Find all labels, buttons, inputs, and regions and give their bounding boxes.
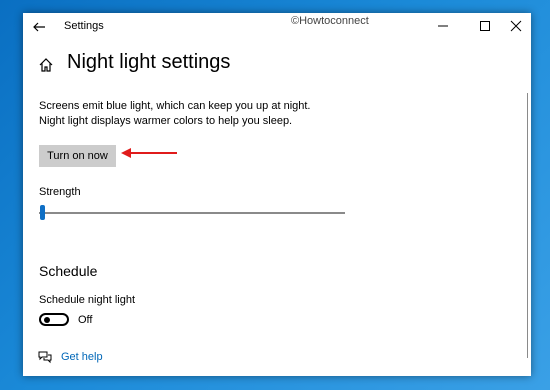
chat-help-icon[interactable] [38, 350, 52, 364]
strength-slider-thumb[interactable] [40, 205, 45, 220]
back-arrow-icon[interactable] [31, 19, 47, 35]
page-title: Night light settings [67, 51, 231, 73]
window-title: Settings [64, 20, 104, 32]
schedule-heading: Schedule [39, 263, 98, 279]
minimize-icon[interactable] [433, 17, 453, 35]
turn-on-now-button[interactable]: Turn on now [39, 145, 116, 167]
watermark: ©Howtoconnect [291, 15, 369, 27]
scrollbar[interactable] [527, 93, 528, 358]
toggle-state-text: Off [78, 314, 93, 326]
schedule-night-light-label: Schedule night light [39, 294, 136, 306]
close-icon[interactable] [506, 17, 526, 35]
settings-window: Settings ©Howtoconnect Night light setti… [23, 13, 531, 376]
strength-label: Strength [39, 186, 81, 198]
get-help-link[interactable]: Get help [61, 351, 103, 363]
annotation-arrow-icon [119, 146, 181, 160]
toggle-knob [44, 317, 50, 323]
home-icon[interactable] [38, 57, 54, 73]
title-bar: Settings ©Howtoconnect [23, 13, 531, 41]
strength-slider-track[interactable] [39, 212, 345, 214]
maximize-icon[interactable] [475, 17, 495, 35]
night-light-description: Screens emit blue light, which can keep … [39, 100, 311, 127]
schedule-toggle[interactable] [39, 313, 69, 326]
